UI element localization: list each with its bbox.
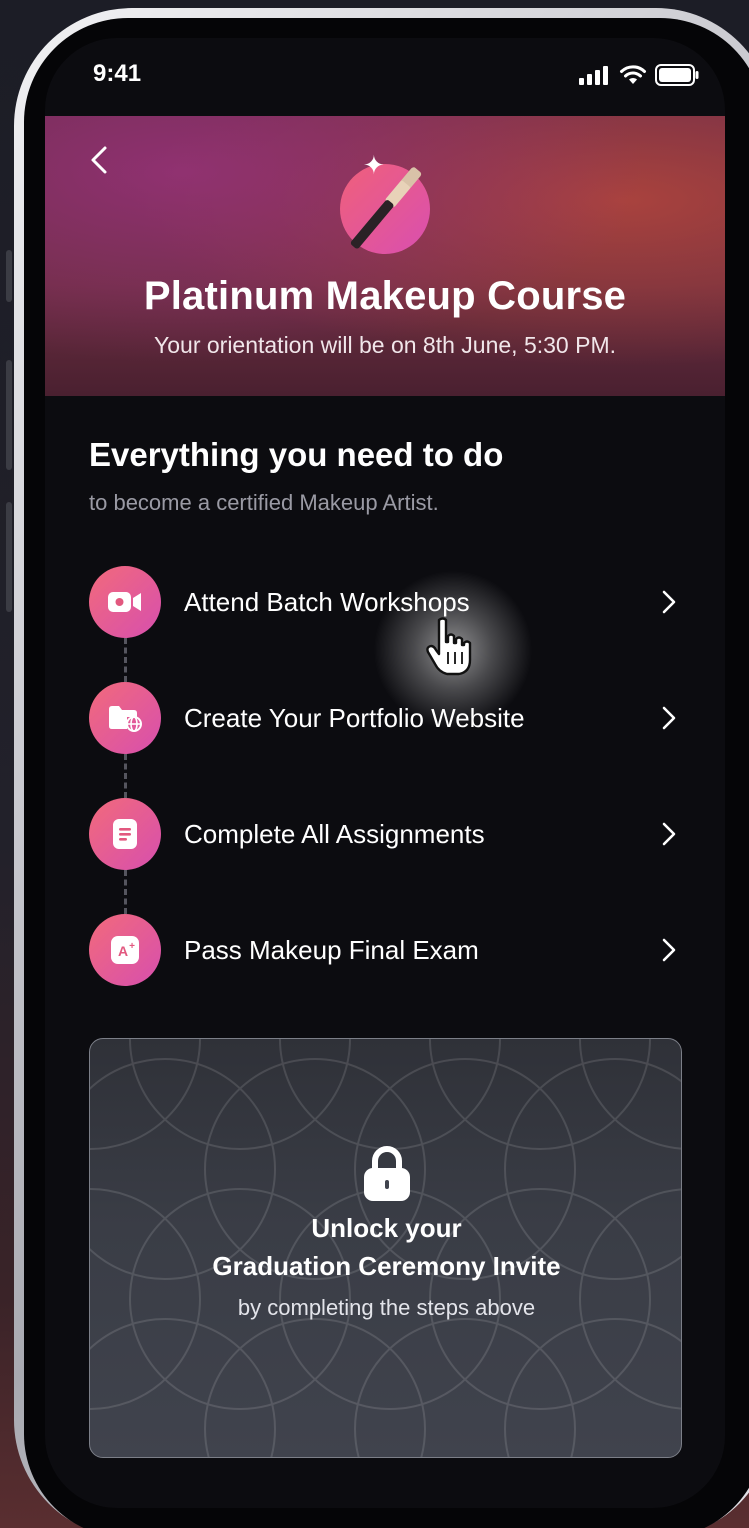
step-label: Pass Makeup Final Exam <box>184 934 479 965</box>
unlock-title-line-2: Graduation Ceremony Invite <box>212 1251 561 1281</box>
chevron-right-icon <box>662 706 676 730</box>
back-button[interactable] <box>85 140 115 180</box>
step-connector <box>124 870 127 914</box>
orientation-text: Your orientation will be on 8th June, 5:… <box>154 332 616 358</box>
chevron-right-icon <box>662 822 676 846</box>
step-icon-badge <box>89 798 161 870</box>
status-time: 9:41 <box>93 60 142 87</box>
phone-side-button-2 <box>6 360 12 470</box>
decorative-pattern <box>90 1039 681 1457</box>
unlock-title-line-1: Unlock your <box>311 1213 462 1243</box>
step-icon-badge <box>89 682 161 754</box>
section-subtitle: to become a certified Makeup Artist. <box>89 490 439 515</box>
unlock-hint: by completing the steps above <box>237 1295 536 1320</box>
svg-text:A: A <box>118 943 128 959</box>
phone-side-button-3 <box>6 502 12 612</box>
grade-a-plus-icon: A + <box>111 936 139 964</box>
course-header: ✦ Platinum Makeup Course Your orientatio… <box>45 116 725 396</box>
step-complete-assignments[interactable]: Complete All Assignments <box>89 798 689 870</box>
app-screen: 9:41 ✦ Platinum Makeup Course Your orien… <box>45 38 725 1508</box>
sparkle-icon: ✦ <box>363 150 385 180</box>
hand-cursor-icon <box>426 617 472 676</box>
video-camera-icon <box>108 592 141 612</box>
course-title: Platinum Makeup Course <box>143 274 627 318</box>
section-title: Everything you need to do <box>89 436 504 473</box>
step-pass-final-exam[interactable]: A + Pass Makeup Final Exam <box>89 914 689 986</box>
step-icon-badge <box>89 566 161 638</box>
document-icon <box>113 819 137 849</box>
battery-icon <box>655 64 699 86</box>
chevron-right-icon <box>662 938 676 962</box>
folder-globe-icon <box>109 706 142 732</box>
svg-text:+: + <box>129 941 135 952</box>
step-label: Complete All Assignments <box>184 818 485 849</box>
phone-side-button-1 <box>6 250 12 302</box>
makeup-brush-icon <box>350 167 422 249</box>
step-connector <box>124 638 127 682</box>
course-icon <box>340 164 430 254</box>
status-icons <box>579 64 699 86</box>
step-connector <box>124 754 127 798</box>
graduation-invite-card: Unlock your Graduation Ceremony Invite b… <box>89 1038 682 1458</box>
lock-icon <box>364 1146 410 1201</box>
step-icon-badge: A + <box>89 914 161 986</box>
chevron-right-icon <box>662 590 676 614</box>
signal-icon <box>579 66 608 85</box>
wifi-icon <box>620 65 646 84</box>
